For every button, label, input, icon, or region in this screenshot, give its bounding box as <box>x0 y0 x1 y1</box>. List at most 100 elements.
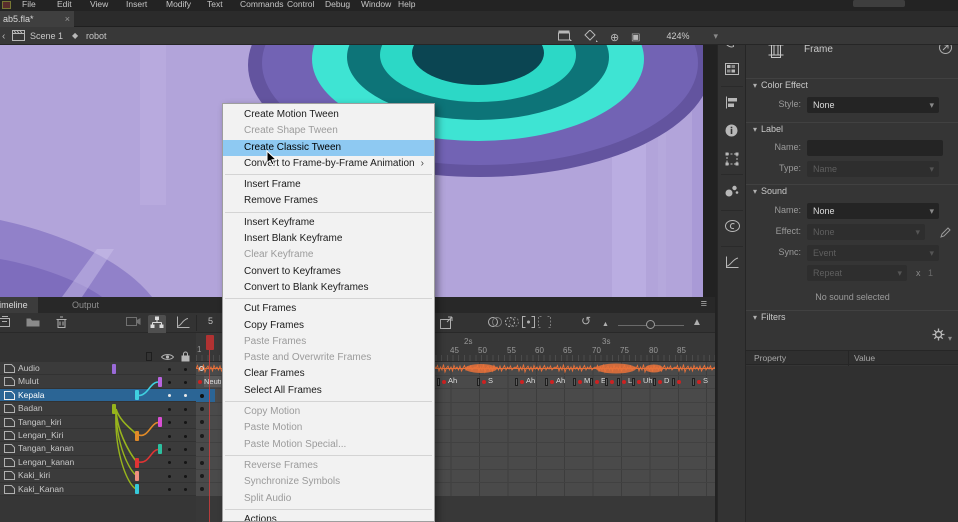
timeline-zoom-in-icon[interactable]: ▲ <box>692 316 702 330</box>
menu-item-convert-to-blank-keyframes[interactable]: Convert to Blank Keyframes <box>223 280 434 296</box>
section-color-effect[interactable]: ▾Color Effect <box>753 80 808 90</box>
modify-markers-icon[interactable] <box>538 316 551 328</box>
tab-timeline[interactable]: Timeline <box>0 297 38 313</box>
clip-content-icon[interactable]: ▣ <box>631 29 640 47</box>
layer-row-mulut[interactable]: Mulut <box>0 375 196 388</box>
layer-row-lengan-kiri[interactable]: Lengan_Kiri <box>0 429 196 442</box>
menu-item-split-audio[interactable]: Split Audio <box>223 491 434 507</box>
layer-row-tangan-kiri[interactable]: Tangan_kiri <box>0 416 196 429</box>
section-filters[interactable]: ▾Filters <box>753 312 786 322</box>
filter-options-button[interactable]: ▾ <box>932 328 952 343</box>
menu-item-paste-motion[interactable]: Paste Motion <box>223 420 434 436</box>
onion-skin-outlines-icon[interactable] <box>505 316 519 328</box>
close-tab-icon[interactable]: × <box>65 11 70 27</box>
playhead-marker[interactable] <box>206 335 214 350</box>
new-folder-icon[interactable] <box>26 316 40 327</box>
menu-item-create-classic-tween[interactable]: Create Classic Tween <box>223 140 434 156</box>
new-layer-icon[interactable] <box>0 316 11 328</box>
center-stage-icon[interactable]: ⊕ <box>610 29 619 47</box>
label-name-input[interactable] <box>807 140 943 156</box>
cc-libraries-panel-icon[interactable] <box>725 220 740 232</box>
menu-item-convert-frame-by-frame[interactable]: Convert to Frame-by-Frame Animation › <box>223 156 434 172</box>
menu-item-synchronize-symbols[interactable]: Synchronize Symbols <box>223 474 434 490</box>
menu-item-reverse-frames[interactable]: Reverse Frames <box>223 458 434 474</box>
menu-item-copy-frames[interactable]: Copy Frames <box>223 318 434 334</box>
edit-sound-envelope-pencil-icon[interactable] <box>940 227 951 238</box>
layer-row-kaki-kanan[interactable]: Kaki_Kanan <box>0 483 196 496</box>
layer-row-kaki-kiri[interactable]: Kaki_kiri <box>0 469 196 482</box>
chevron-down-icon: ▾ <box>713 29 718 43</box>
menu-item-clear-keyframe[interactable]: Clear Keyframe <box>223 247 434 263</box>
stage-zoom-value: 424% <box>666 31 689 41</box>
publish-frames-icon[interactable] <box>440 316 454 329</box>
timeline-zoom-slider-knob[interactable] <box>646 320 655 329</box>
chevron-down-icon: ▾ <box>948 334 952 343</box>
menu-item-convert-to-keyframes[interactable]: Convert to Keyframes <box>223 264 434 280</box>
layer-list-footer <box>0 496 196 522</box>
menu-item-clear-frames[interactable]: Clear Frames <box>223 366 434 382</box>
info-panel-icon[interactable] <box>725 124 738 137</box>
layer-row-lengan-kanan[interactable]: Lengan_kanan <box>0 456 196 469</box>
timeline-zoom-out-icon[interactable]: ▲ <box>602 318 609 332</box>
sound-sync-dropdown[interactable]: Event ▾ <box>807 245 939 261</box>
sound-repeat-dropdown[interactable]: Repeat ▾ <box>807 265 907 281</box>
history-graph-panel-icon[interactable] <box>725 256 739 269</box>
camera-icon[interactable] <box>126 316 141 327</box>
timeline-panel-menu-icon[interactable]: ≡ <box>701 298 707 310</box>
menu-item-actions[interactable]: Actions <box>223 512 434 522</box>
edit-scene-icon[interactable] <box>558 30 572 41</box>
layer-parenting-icon[interactable] <box>148 315 166 335</box>
outline-color-column-icon[interactable] <box>146 352 152 361</box>
ruler-number: 60 <box>535 346 544 355</box>
sound-effect-dropdown[interactable]: None ▾ <box>807 224 925 240</box>
menu-item-insert-keyframe[interactable]: Insert Keyframe <box>223 215 434 231</box>
menu-item-cut-frames[interactable]: Cut Frames <box>223 301 434 317</box>
swatches-panel-icon[interactable] <box>725 63 739 75</box>
edit-multiple-frames-icon[interactable] <box>522 316 535 328</box>
label-type-dropdown[interactable]: Name ▾ <box>807 161 939 177</box>
breadcrumb-scene[interactable]: Scene 1 <box>30 27 63 45</box>
menu-item-paste-frames[interactable]: Paste Frames <box>223 334 434 350</box>
selected-frames[interactable] <box>196 389 215 402</box>
menu-item-select-all-frames[interactable]: Select All Frames <box>223 383 434 399</box>
layer-row-audio[interactable]: Audio <box>0 362 196 375</box>
back-icon[interactable]: ‹ <box>2 28 5 46</box>
layer-row-tangan-kanan[interactable]: Tangan_kanan <box>0 442 196 455</box>
menu-item-paste-motion-special[interactable]: Paste Motion Special... <box>223 437 434 453</box>
align-panel-icon[interactable] <box>725 96 738 109</box>
repeat-count-value[interactable]: 1 <box>928 268 933 278</box>
collapse-triangle-icon: ▾ <box>753 313 757 322</box>
tab-output[interactable]: Output <box>62 297 109 313</box>
document-tab[interactable]: ab5.fla* × <box>0 11 74 27</box>
empty-keyframe-icon <box>199 366 204 371</box>
stage-zoom-select[interactable]: 424% ▾ <box>650 29 706 43</box>
transform-panel-icon[interactable] <box>725 152 739 166</box>
lock-column-icon[interactable] <box>181 351 190 362</box>
user-account-button[interactable] <box>853 0 905 7</box>
layer-row-kepala[interactable]: Kepala <box>0 389 196 402</box>
panel-dock-strip <box>717 14 745 522</box>
label-name-label: Name: <box>746 142 801 152</box>
style-dropdown[interactable]: None ▾ <box>807 97 939 113</box>
section-sound[interactable]: ▾Sound <box>753 186 787 196</box>
section-label[interactable]: ▾Label <box>753 124 783 134</box>
menu-item-insert-frame[interactable]: Insert Frame <box>223 177 434 193</box>
breadcrumb-symbol[interactable]: robot <box>86 27 107 45</box>
menu-item-create-shape-tween[interactable]: Create Shape Tween <box>223 123 434 139</box>
menu-item-copy-motion[interactable]: Copy Motion <box>223 404 434 420</box>
layer-row-badan[interactable]: Badan <box>0 402 196 415</box>
loop-playback-icon[interactable]: ↺ <box>581 314 591 328</box>
sound-name-dropdown[interactable]: None ▾ <box>807 203 939 219</box>
menu-item-insert-blank-keyframe[interactable]: Insert Blank Keyframe <box>223 231 434 247</box>
onion-skin-icon[interactable] <box>488 316 502 328</box>
brush-library-panel-icon[interactable] <box>725 184 739 197</box>
menu-item-create-motion-tween[interactable]: Create Motion Tween <box>223 107 434 123</box>
repeat-times-label: x <box>916 268 921 278</box>
menu-separator <box>225 298 432 299</box>
edit-symbols-icon[interactable] <box>584 30 598 42</box>
graph-editor-icon[interactable] <box>176 316 190 329</box>
show-hide-eye-icon[interactable] <box>161 353 174 361</box>
delete-layer-trash-icon[interactable] <box>56 316 67 328</box>
menu-item-remove-frames[interactable]: Remove Frames <box>223 193 434 209</box>
menu-item-paste-overwrite-frames[interactable]: Paste and Overwrite Frames <box>223 350 434 366</box>
